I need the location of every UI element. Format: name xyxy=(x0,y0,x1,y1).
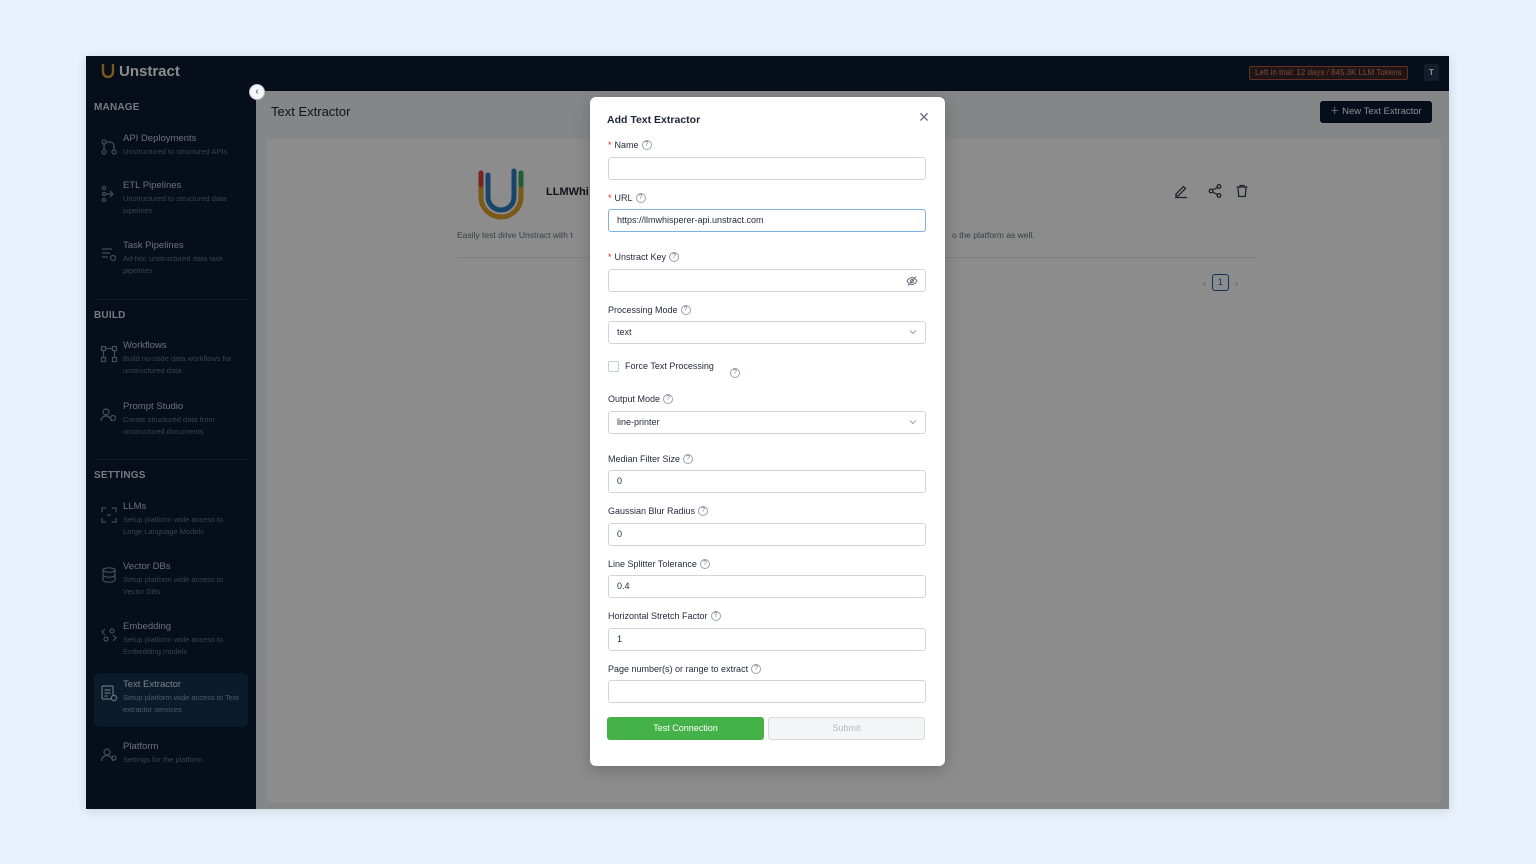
processing-mode-label-text: Processing Mode xyxy=(608,305,678,315)
collapse-sidebar-button[interactable]: ‹ xyxy=(249,84,265,100)
help-icon[interactable]: ? xyxy=(699,559,710,569)
help-icon[interactable]: ? xyxy=(730,361,740,379)
page-range-label-text: Page number(s) or range to extract xyxy=(608,664,749,674)
chevron-down-icon xyxy=(909,328,917,336)
median-filter-label: Median Filter Size ? xyxy=(608,454,694,464)
close-icon[interactable]: ✕ xyxy=(917,110,931,124)
help-icon[interactable]: ? xyxy=(683,454,694,464)
line-splitter-field[interactable]: 0.4 xyxy=(608,575,926,598)
help-icon[interactable]: ? xyxy=(680,305,691,315)
line-splitter-label: Line Splitter Tolerance ? xyxy=(608,559,710,569)
help-icon[interactable]: ? xyxy=(635,193,646,203)
url-label-text: URL xyxy=(614,193,633,203)
submit-button[interactable]: Submit xyxy=(768,717,925,740)
help-icon[interactable]: ? xyxy=(663,394,674,404)
url-field[interactable]: https://llmwhisperer-api.unstract.com xyxy=(608,209,926,232)
horizontal-stretch-field[interactable]: 1 xyxy=(608,628,926,651)
eye-invisible-icon[interactable] xyxy=(906,275,918,287)
required-marker: * xyxy=(608,252,612,262)
url-label: * URL ? xyxy=(608,193,646,203)
output-mode-label: Output Mode ? xyxy=(608,394,674,404)
median-filter-field[interactable]: 0 xyxy=(608,470,926,493)
name-field[interactable] xyxy=(608,157,926,180)
chevron-left-icon: ‹ xyxy=(255,86,259,97)
chevron-down-icon xyxy=(909,418,917,426)
unstract-key-field[interactable] xyxy=(608,269,926,292)
page-range-field[interactable] xyxy=(608,680,926,703)
output-mode-select[interactable]: line-printer xyxy=(608,411,926,434)
processing-mode-value: text xyxy=(617,327,632,337)
required-marker: * xyxy=(608,193,612,203)
page-range-label: Page number(s) or range to extract ? xyxy=(608,664,762,674)
force-text-processing-label[interactable]: Force Text Processing xyxy=(625,361,714,371)
gaussian-blur-field[interactable]: 0 xyxy=(608,523,926,546)
unstract-key-label: * Unstract Key ? xyxy=(608,252,680,262)
force-text-processing-checkbox[interactable] xyxy=(608,361,619,372)
processing-mode-label: Processing Mode ? xyxy=(608,305,691,315)
required-marker: * xyxy=(608,140,612,150)
line-splitter-label-text: Line Splitter Tolerance xyxy=(608,559,697,569)
modal-title: Add Text Extractor xyxy=(607,114,701,126)
name-label-text: Name xyxy=(614,140,639,150)
gaussian-blur-label: Gaussian Blur Radius ? xyxy=(608,506,709,516)
help-icon[interactable]: ? xyxy=(641,140,652,150)
output-mode-label-text: Output Mode xyxy=(608,394,661,404)
horizontal-stretch-label: Horizontal Stretch Factor ? xyxy=(608,611,721,621)
help-icon[interactable]: ? xyxy=(710,611,721,621)
processing-mode-select[interactable]: text xyxy=(608,321,926,344)
help-icon[interactable]: ? xyxy=(669,252,680,262)
help-icon[interactable]: ? xyxy=(751,664,762,674)
help-icon[interactable]: ? xyxy=(698,506,709,516)
horizontal-stretch-label-text: Horizontal Stretch Factor xyxy=(608,611,708,621)
gaussian-blur-label-text: Gaussian Blur Radius xyxy=(608,506,696,516)
app-window: Unstract Left in trial: 12 days / 845.3K… xyxy=(86,56,1449,809)
output-mode-value: line-printer xyxy=(617,417,660,427)
median-filter-label-text: Median Filter Size xyxy=(608,454,681,464)
add-text-extractor-modal: Add Text Extractor ✕ * Name ? * URL ? ht… xyxy=(590,97,945,766)
test-connection-button[interactable]: Test Connection xyxy=(607,717,764,740)
name-label: * Name ? xyxy=(608,140,652,150)
unstract-key-label-text: Unstract Key xyxy=(614,252,667,262)
